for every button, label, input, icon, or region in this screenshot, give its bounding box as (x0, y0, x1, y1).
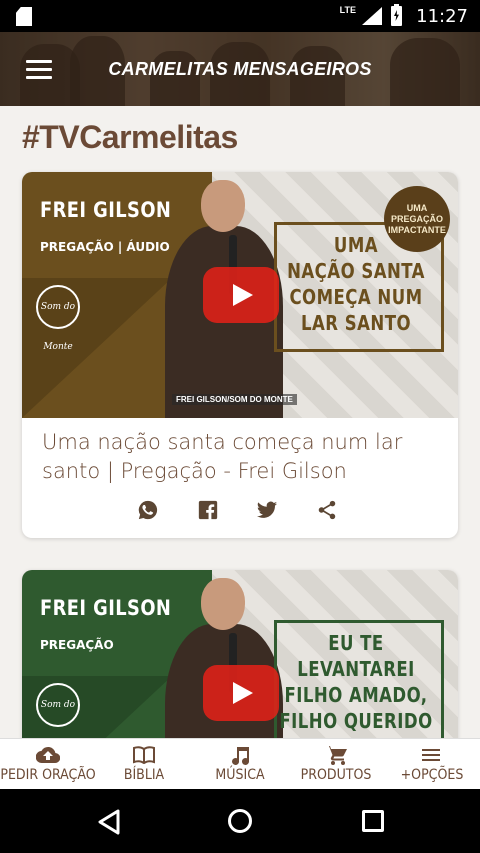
signal-icon (362, 7, 382, 25)
nav-label: BÍBLIA (123, 767, 165, 783)
recents-icon[interactable] (362, 810, 384, 832)
bottom-navigation: PEDIR ORAÇÃO BÍBLIA MÚSICA PRODUTOS +OPÇ… (0, 738, 480, 789)
video-card[interactable]: FREI GILSON PREGAÇÃO | ÁUDIO Som do Mont… (22, 172, 458, 538)
thumbnail-subtitle: PREGAÇÃO | ÁUDIO (40, 240, 170, 254)
nav-pedir-oracao[interactable]: PEDIR ORAÇÃO (0, 739, 96, 789)
impact-badge: UMA PREGAÇÃO IMPACTANTE (384, 186, 450, 252)
thumbnail-speaker: FREI GILSON (40, 198, 172, 222)
thumbnail-credit: FREI GILSON/SOM DO MONTE (172, 394, 297, 405)
menu-icon (422, 749, 440, 761)
back-icon[interactable] (97, 809, 121, 835)
book-icon (133, 746, 155, 764)
cart-icon (326, 746, 347, 765)
facebook-icon[interactable] (197, 499, 219, 521)
video-card[interactable]: FREI GILSON PREGAÇÃO Som do Monte EU TE … (22, 570, 458, 738)
thumbnail-subtitle: PREGAÇÃO (40, 638, 114, 652)
nav-biblia[interactable]: BÍBLIA (96, 739, 192, 789)
whatsapp-icon[interactable] (137, 499, 159, 521)
twitter-icon[interactable] (256, 499, 278, 521)
share-icon[interactable] (316, 499, 338, 521)
music-note-icon (232, 747, 249, 765)
cloud-upload-icon (36, 746, 60, 764)
thumbnail-headline: EU TE LEVANTAREI FILHO AMADO, FILHO QUER… (279, 631, 433, 733)
section-title: #TVCarmelitas (22, 119, 238, 155)
network-type: LTE (339, 5, 356, 15)
nav-label: MÚSICA (215, 767, 265, 783)
nav-label: PRODUTOS (300, 767, 372, 783)
nav-label: +OPÇÕES (400, 767, 464, 783)
home-icon[interactable] (228, 809, 252, 833)
nav-produtos[interactable]: PRODUTOS (288, 739, 384, 789)
play-button[interactable] (203, 665, 279, 721)
play-button[interactable] (203, 267, 279, 323)
video-thumbnail[interactable]: FREI GILSON PREGAÇÃO | ÁUDIO Som do Mont… (22, 172, 458, 418)
share-row (22, 486, 458, 538)
video-title[interactable]: Uma nação santa começa num lar santo | P… (22, 418, 458, 486)
app-header: CARMELITAS MENSAGEIROS (0, 32, 480, 106)
clock: 11:27 (416, 6, 468, 27)
android-navigation-bar (0, 789, 480, 853)
thumbnail-speaker: FREI GILSON (40, 596, 172, 620)
nav-label: PEDIR ORAÇÃO (0, 767, 96, 783)
status-bar: LTE 11:27 (0, 0, 480, 32)
som-do-monte-logo: Som do Monte (36, 683, 80, 727)
app-title: CARMELITAS MENSAGEIROS (108, 59, 372, 79)
som-do-monte-logo: Som do Monte (36, 285, 80, 352)
battery-charging-icon (391, 4, 402, 26)
sd-card-icon (16, 7, 32, 26)
main-content[interactable]: #TVCarmelitas FREI GILSON PREGAÇÃO | ÁUD… (0, 106, 480, 738)
video-thumbnail[interactable]: FREI GILSON PREGAÇÃO Som do Monte EU TE … (22, 570, 458, 738)
nav-musica[interactable]: MÚSICA (192, 739, 288, 789)
nav-opcoes[interactable]: +OPÇÕES (384, 739, 480, 789)
